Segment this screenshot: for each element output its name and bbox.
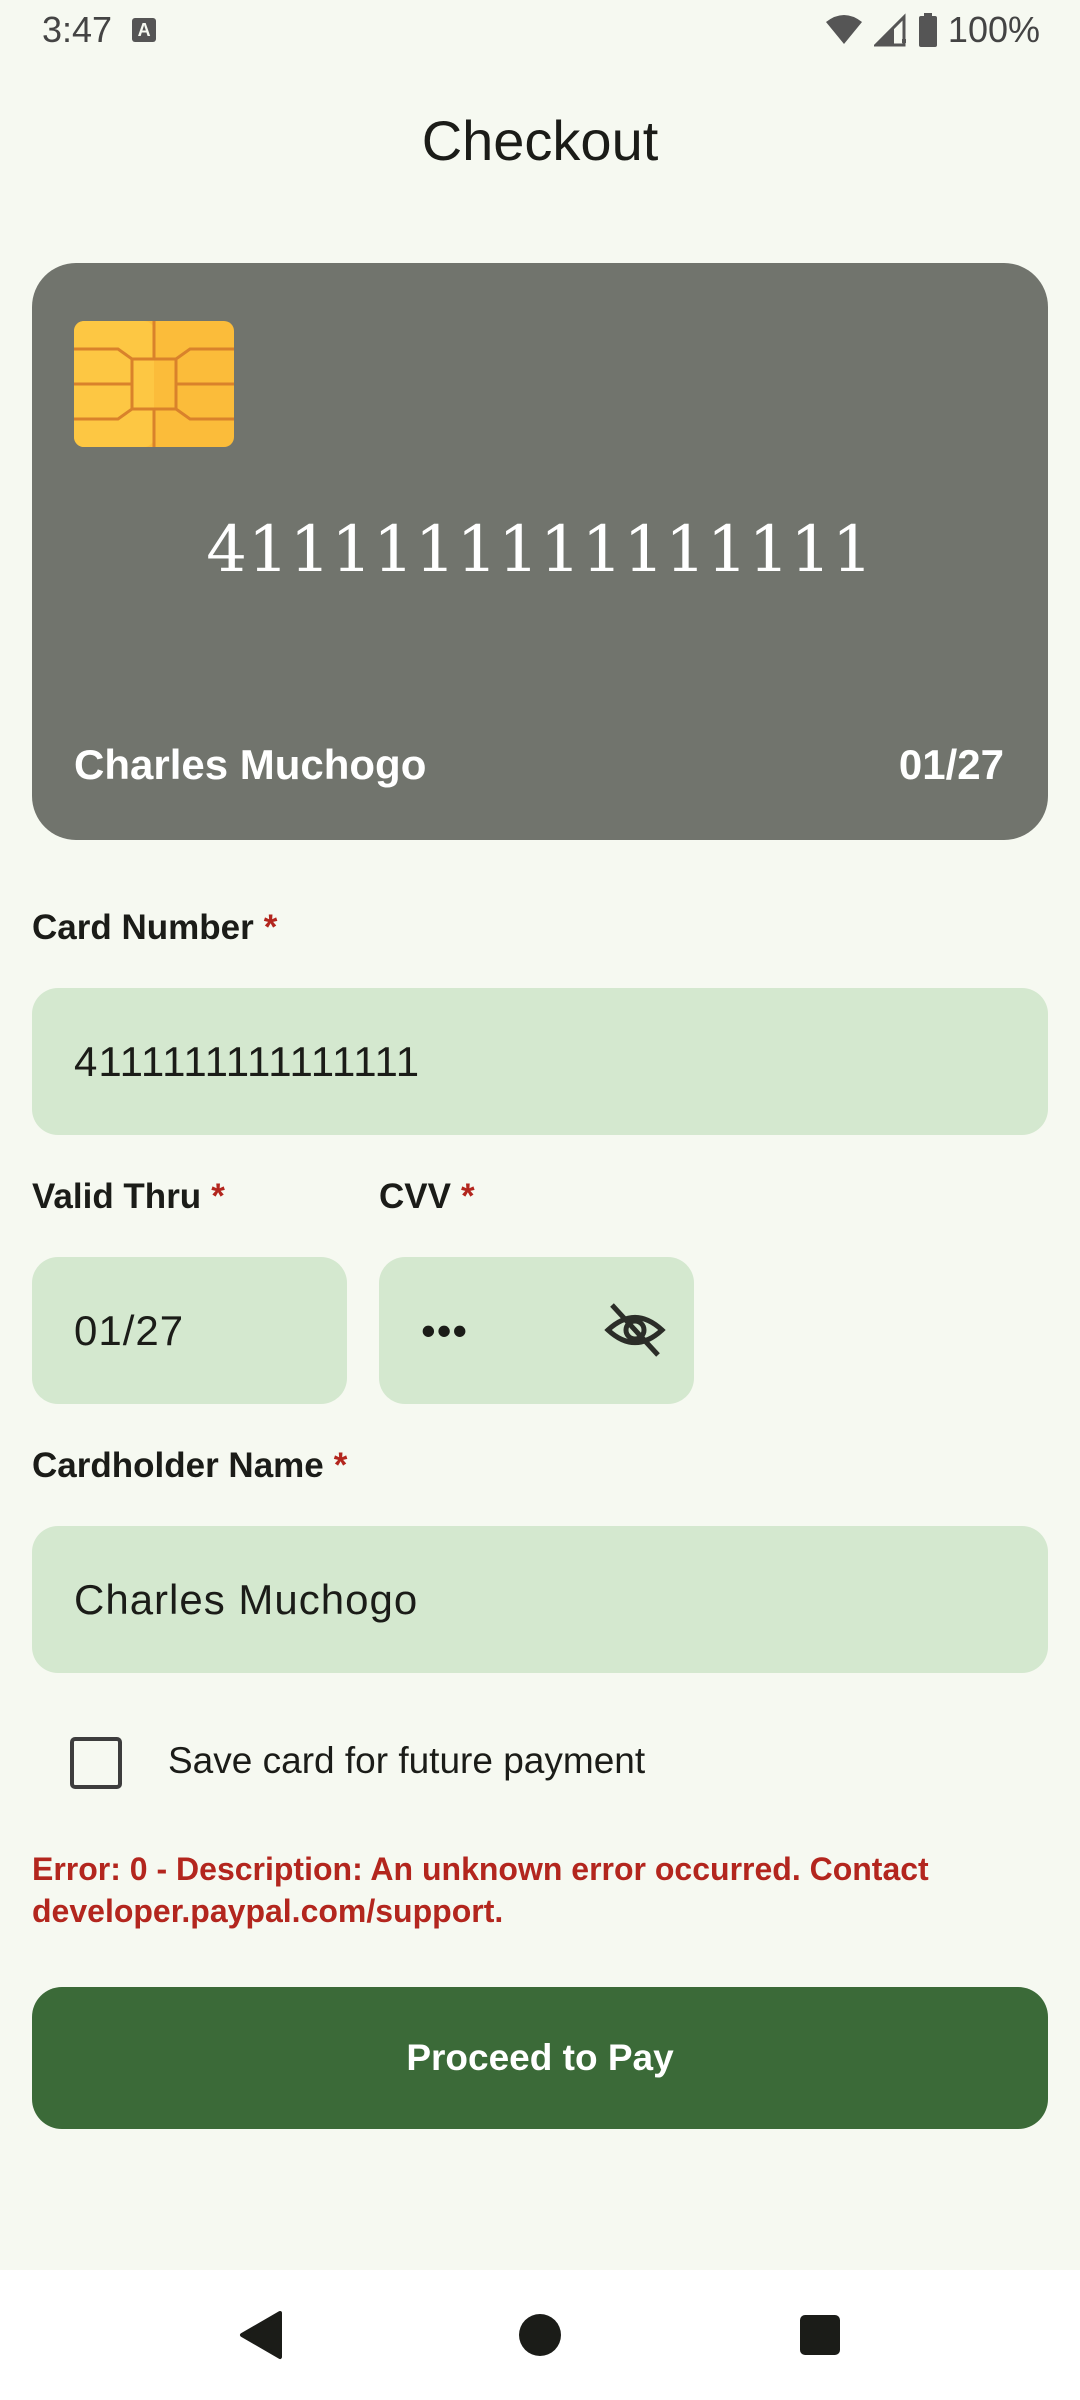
valid-thru-label-text: Valid Thru (32, 1177, 202, 1216)
cvv-label: CVV * (379, 1177, 475, 1217)
required-mark: * (211, 1177, 225, 1216)
status-left: 3:47 A (42, 9, 157, 51)
card-number-input[interactable]: 4111111111111111 (32, 988, 1048, 1135)
nav-home-button[interactable] (500, 2295, 580, 2375)
status-time: 3:47 (42, 9, 113, 50)
status-bar: 3:47 A 100% (0, 0, 1080, 60)
cardholder-name-label-text: Cardholder Name (32, 1446, 324, 1485)
nav-recents-button[interactable] (780, 2295, 860, 2375)
notification-a-icon: A (132, 18, 157, 42)
card-number-label-text: Card Number (32, 908, 254, 947)
battery-icon (918, 13, 937, 47)
error-message: Error: 0 - Description: An unknown error… (32, 1851, 929, 1929)
valid-thru-input[interactable]: 01/27 (32, 1257, 347, 1404)
card-preview-number: 4111111111111111 (206, 513, 874, 587)
required-mark: * (460, 1177, 475, 1216)
battery-percent: 100% (947, 9, 1040, 50)
page-title: Checkout (421, 109, 659, 172)
card-preview-holder: Charles Muchogo (74, 741, 427, 788)
save-card-label: Save card for future payment (168, 1740, 646, 1781)
recents-icon (800, 2315, 840, 2355)
cell-signal-icon (873, 13, 906, 47)
wifi-icon (825, 15, 862, 44)
card-preview-expiry: 01/27 (898, 741, 1004, 788)
status-right: 100% (824, 9, 1040, 51)
cardholder-name-value: Charles Muchogo (74, 1575, 419, 1623)
proceed-to-pay-button[interactable]: Proceed to Pay (32, 1987, 1048, 2129)
required-mark: * (333, 1446, 348, 1485)
system-nav-bar (0, 2270, 1080, 2400)
eye-off-icon[interactable] (604, 1299, 666, 1361)
nav-back-button[interactable] (220, 2295, 300, 2375)
save-card-checkbox[interactable] (70, 1737, 122, 1789)
card-chip-icon (74, 321, 234, 447)
card-number-label: Card Number * (32, 908, 277, 948)
cvv-input[interactable]: ••• (379, 1257, 694, 1404)
cvv-value: ••• (421, 1306, 469, 1354)
card-preview: 4111111111111111 Charles Muchogo 01/27 (32, 263, 1048, 840)
card-number-value: 4111111111111111 (74, 1037, 421, 1085)
valid-thru-value: 01/27 (74, 1306, 185, 1354)
cvv-label-text: CVV (379, 1177, 451, 1216)
back-icon (240, 2311, 282, 2359)
home-icon (519, 2314, 561, 2356)
cardholder-name-label: Cardholder Name * (32, 1446, 347, 1486)
required-mark: * (263, 908, 278, 947)
cardholder-name-input[interactable]: Charles Muchogo (32, 1526, 1048, 1673)
valid-thru-label: Valid Thru * (32, 1177, 225, 1217)
